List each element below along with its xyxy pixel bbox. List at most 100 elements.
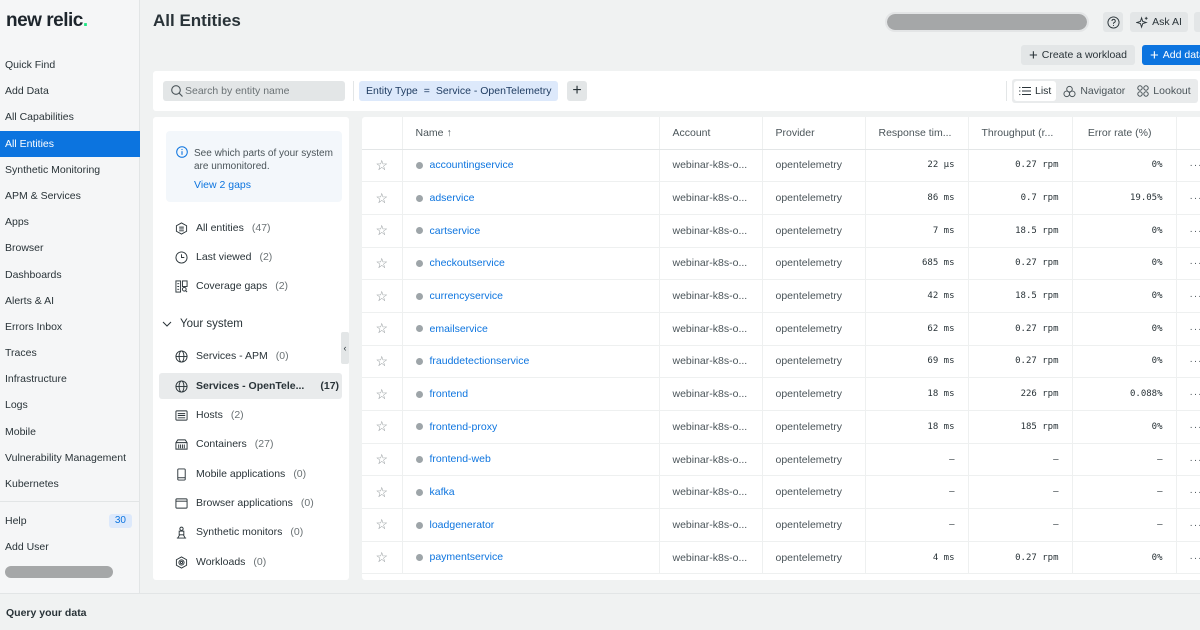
collapse-panel-handle[interactable]: ‹ <box>341 332 349 364</box>
create-workload-button[interactable]: + Create a workload <box>1021 45 1135 65</box>
your-system-section-toggle[interactable]: Your system <box>162 318 243 330</box>
more-actions-icon[interactable]: ··· <box>1190 193 1200 204</box>
view-tab-lookout[interactable]: Lookout <box>1132 81 1195 101</box>
table-row[interactable]: ☆ frontend webinar-k8s-o... opentelemetry 18… <box>362 377 1200 411</box>
table-row[interactable]: ☆ accountingservice webinar-k8s-o... opente… <box>362 149 1200 183</box>
star-icon[interactable]: ☆ <box>375 288 388 304</box>
nav-item-apps[interactable]: Apps <box>0 209 140 235</box>
global-search-redacted[interactable] <box>885 12 1089 32</box>
star-icon[interactable]: ☆ <box>375 157 388 173</box>
panel-item-all-entities[interactable]: All entities (47) <box>175 220 271 236</box>
nav-item-help[interactable]: Help 30 <box>0 508 140 534</box>
more-actions-icon[interactable]: ··· <box>1190 520 1200 531</box>
nav-item-errors-inbox[interactable]: Errors Inbox <box>0 314 140 340</box>
nav-item-alerts-ai[interactable]: Alerts & AI <box>0 288 140 314</box>
more-actions-icon[interactable]: ··· <box>1190 324 1200 335</box>
entity-search-input[interactable] <box>163 81 345 101</box>
view-tab-navigator[interactable]: Navigator <box>1058 81 1130 101</box>
more-actions-icon[interactable]: ··· <box>1190 422 1200 433</box>
panel-item-synthetic-monitors[interactable]: Synthetic monitors (0) <box>175 524 303 540</box>
more-actions-icon[interactable]: ··· <box>1190 226 1200 237</box>
column-header-account[interactable]: Account <box>659 117 763 150</box>
more-actions-icon[interactable]: ··· <box>1190 356 1200 367</box>
table-row[interactable]: ☆ loadgenerator webinar-k8s-o... openteleme… <box>362 508 1200 542</box>
panel-item-hosts[interactable]: Hosts (2) <box>175 407 244 423</box>
table-row[interactable]: ☆ kafka webinar-k8s-o... opentelemetry – – – ··… <box>362 475 1200 510</box>
view-tab-list[interactable]: List <box>1014 81 1057 101</box>
entity-name-link[interactable]: adservice <box>430 192 475 204</box>
entity-name-link[interactable]: frontend-proxy <box>430 421 498 433</box>
entity-name-link[interactable]: emailservice <box>430 323 488 335</box>
panel-item-containers[interactable]: Containers (27) <box>175 436 273 452</box>
entity-name-link[interactable]: checkoutservice <box>430 258 505 270</box>
table-row[interactable]: ☆ frauddetectionservice webinar-k8s-o... op… <box>362 345 1200 379</box>
nav-item-vulnerability-management[interactable]: Vulnerability Management <box>0 445 140 471</box>
account-menu-button[interactable] <box>1194 12 1200 32</box>
table-row[interactable]: ☆ paymentservice webinar-k8s-o... opentelem… <box>362 541 1200 575</box>
more-actions-icon[interactable]: ··· <box>1190 389 1200 400</box>
table-row[interactable]: ☆ currencyservice webinar-k8s-o... opentele… <box>362 279 1200 313</box>
nav-item-browser[interactable]: Browser <box>0 235 140 261</box>
star-icon[interactable]: ☆ <box>375 451 388 467</box>
entity-name-link[interactable]: frontend <box>430 388 469 400</box>
entity-name-link[interactable]: kafka <box>430 486 455 498</box>
nav-item-traces[interactable]: Traces <box>0 340 140 366</box>
panel-item-browser-applications[interactable]: Browser applications (0) <box>175 495 314 511</box>
entity-name-link[interactable]: frauddetectionservice <box>430 356 530 368</box>
nav-item-synthetic-monitoring[interactable]: Synthetic Monitoring <box>0 157 140 183</box>
nav-item-all-capabilities[interactable]: All Capabilities <box>0 104 140 130</box>
view-gaps-link[interactable]: View 2 gaps <box>194 179 251 191</box>
star-icon[interactable]: ☆ <box>375 255 388 271</box>
new-relic-logo[interactable]: new relic. <box>6 10 88 32</box>
table-row[interactable]: ☆ checkoutservice webinar-k8s-o... opentele… <box>362 247 1200 281</box>
nav-item-dashboards[interactable]: Dashboards <box>0 262 140 288</box>
table-row[interactable]: ☆ frontend-web webinar-k8s-o... opentelemet… <box>362 443 1200 477</box>
nav-item-infrastructure[interactable]: Infrastructure <box>0 366 140 392</box>
more-actions-icon[interactable]: ··· <box>1190 258 1200 269</box>
column-header-throughput[interactable]: Throughput (r... <box>968 117 1073 150</box>
star-icon[interactable]: ☆ <box>375 320 388 336</box>
nav-item-kubernetes[interactable]: Kubernetes <box>0 471 140 497</box>
more-actions-icon[interactable]: ··· <box>1190 291 1200 302</box>
star-icon[interactable]: ☆ <box>375 484 388 500</box>
more-actions-icon[interactable]: ··· <box>1190 455 1200 466</box>
more-actions-icon[interactable]: ··· <box>1190 487 1200 498</box>
nav-item-apm-services[interactable]: APM & Services <box>0 183 140 209</box>
panel-item-services-apm[interactable]: Services - APM (0) <box>175 348 289 364</box>
panel-item-workloads[interactable]: Workloads (0) <box>175 554 266 570</box>
user-account-redacted[interactable] <box>5 566 113 578</box>
panel-item-coverage-gaps[interactable]: Coverage gaps (2) <box>175 278 288 294</box>
more-actions-icon[interactable]: ··· <box>1190 160 1200 171</box>
entity-type-filter-chip[interactable]: Entity Type = Service - OpenTelemetry <box>359 81 559 101</box>
star-icon[interactable]: ☆ <box>375 190 388 206</box>
star-icon[interactable]: ☆ <box>375 516 388 532</box>
entity-name-link[interactable]: paymentservice <box>430 552 504 564</box>
column-header-response-time[interactable]: Response tim... <box>865 117 969 150</box>
add-filter-button[interactable]: + <box>567 81 587 101</box>
query-bar[interactable]: Query your data <box>0 593 1200 630</box>
entity-name-link[interactable]: frontend-web <box>430 454 491 466</box>
star-icon[interactable]: ☆ <box>375 549 388 565</box>
help-button[interactable] <box>1103 12 1123 32</box>
column-header-name[interactable]: Name ↑ <box>402 117 660 150</box>
add-data-button[interactable]: + Add data <box>1142 45 1200 65</box>
table-row[interactable]: ☆ emailservice webinar-k8s-o... opentelemet… <box>362 312 1200 346</box>
entity-name-link[interactable]: accountingservice <box>430 159 514 171</box>
panel-item-last-viewed[interactable]: Last viewed (2) <box>175 249 272 265</box>
table-row[interactable]: ☆ adservice webinar-k8s-o... opentelemetry 8… <box>362 181 1200 215</box>
star-icon[interactable]: ☆ <box>375 386 388 402</box>
table-row[interactable]: ☆ cartservice webinar-k8s-o... opentelemetr… <box>362 214 1200 248</box>
more-actions-icon[interactable]: ··· <box>1190 553 1200 564</box>
column-header-error-rate[interactable]: Error rate (%) <box>1072 117 1177 150</box>
nav-item-logs[interactable]: Logs <box>0 392 140 418</box>
table-row[interactable]: ☆ frontend-proxy webinar-k8s-o... opentelem… <box>362 410 1200 444</box>
entity-name-link[interactable]: currencyservice <box>430 290 504 302</box>
nav-item-all-entities[interactable]: All Entities <box>0 130 140 157</box>
ask-ai-button[interactable]: Ask AI <box>1130 12 1188 32</box>
entity-name-link[interactable]: loadgenerator <box>430 519 495 531</box>
panel-item-services-opentelemetry[interactable]: Services - OpenTele... (17) <box>159 373 342 399</box>
entity-name-link[interactable]: cartservice <box>430 225 481 237</box>
star-icon[interactable]: ☆ <box>375 418 388 434</box>
star-icon[interactable]: ☆ <box>375 222 388 238</box>
panel-item-mobile-applications[interactable]: Mobile applications (0) <box>175 466 306 482</box>
